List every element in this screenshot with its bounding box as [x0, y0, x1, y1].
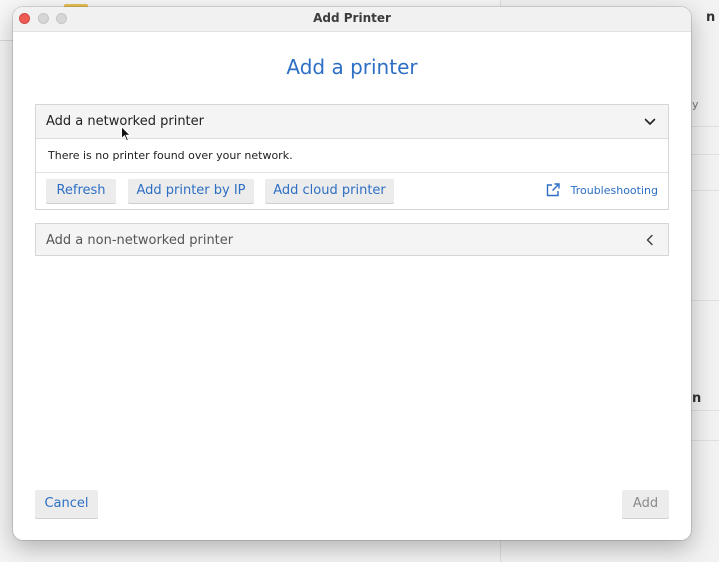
non-networked-printer-header-label: Add a non-networked printer: [46, 233, 234, 248]
section-divider: [36, 172, 668, 173]
title-bar: Add Printer: [13, 7, 691, 32]
networked-printer-section: Add a networked printer There is no prin…: [35, 104, 669, 210]
add-printer-dialog: Add Printer Add a printer Add a networke…: [13, 7, 691, 540]
add-cloud-printer-button[interactable]: Add cloud printer: [265, 179, 394, 203]
dialog-heading: Add a printer: [286, 55, 418, 79]
cancel-button[interactable]: Cancel: [35, 490, 98, 518]
background-text: n: [692, 391, 702, 406]
add-button[interactable]: Add: [622, 490, 669, 518]
window-title: Add Printer: [313, 11, 391, 25]
background-text: y: [692, 98, 699, 111]
chevron-left-icon: [646, 234, 653, 246]
non-networked-printer-header[interactable]: Add a non-networked printer: [35, 223, 669, 256]
external-link-icon: [546, 183, 560, 197]
add-printer-by-ip-button[interactable]: Add printer by IP: [128, 179, 254, 203]
mouse-cursor-icon: [121, 126, 131, 142]
refresh-button[interactable]: Refresh: [46, 179, 116, 203]
chevron-down-icon: [644, 118, 656, 125]
no-printer-found-text: There is no printer found over your netw…: [48, 149, 293, 162]
troubleshooting-link[interactable]: Troubleshooting: [545, 181, 658, 199]
background-text: n: [706, 10, 716, 25]
troubleshooting-label: Troubleshooting: [570, 183, 658, 197]
